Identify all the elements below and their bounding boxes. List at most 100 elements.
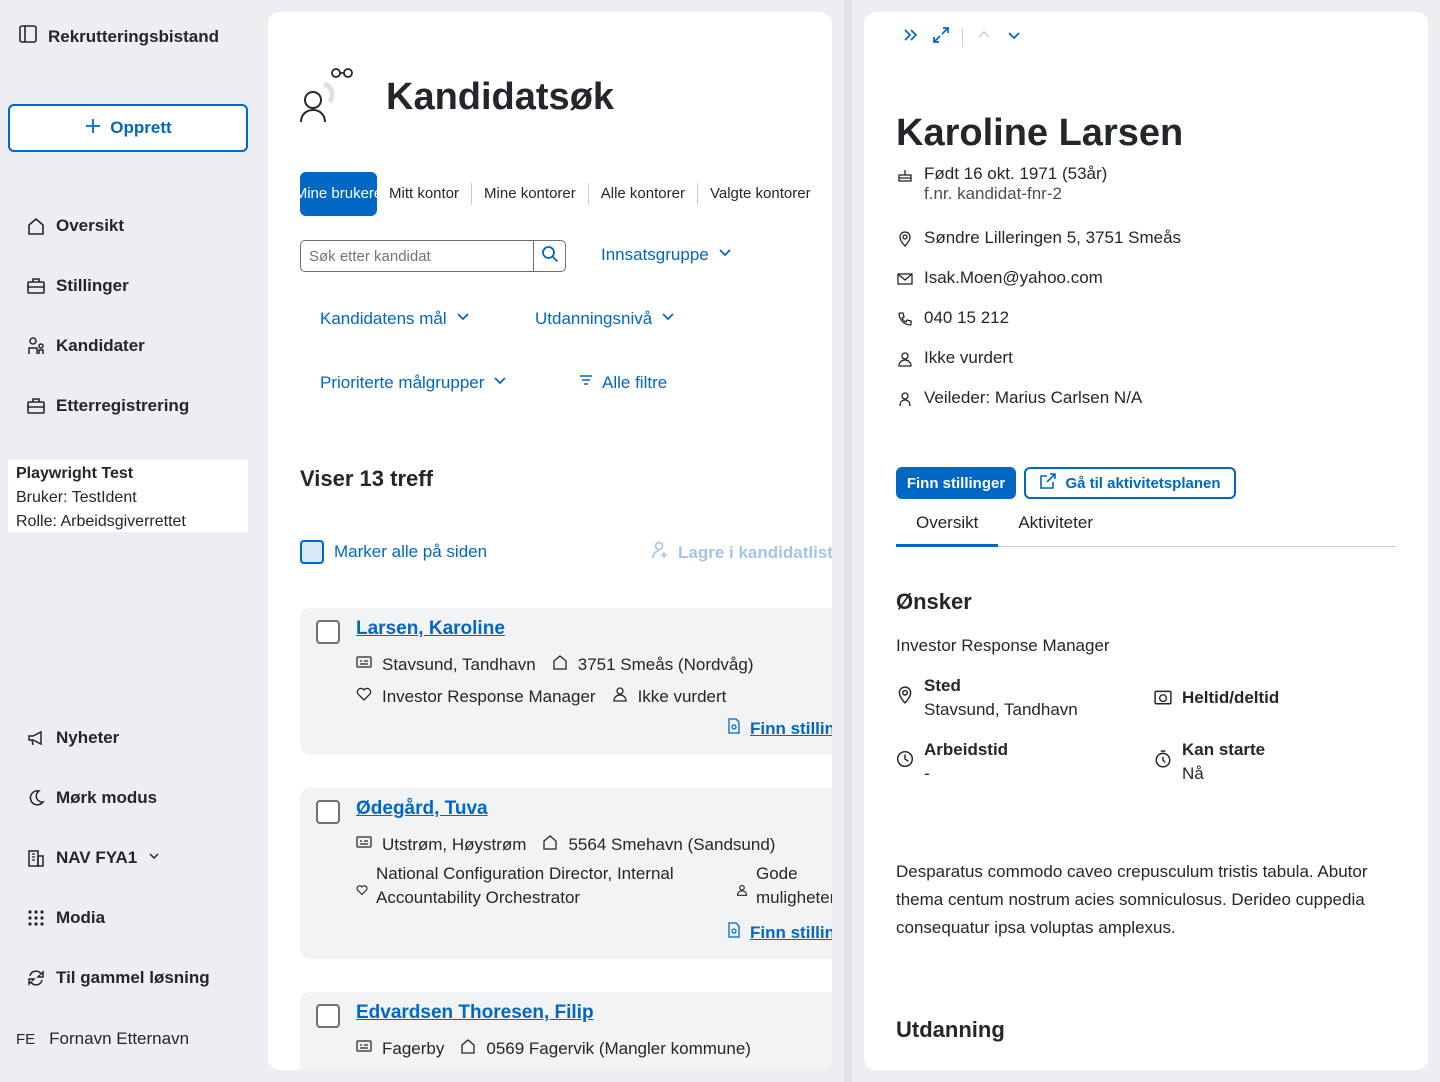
grid-icon xyxy=(26,908,46,928)
user-menu[interactable]: FE Fornavn Etternavn xyxy=(16,1029,189,1049)
chevron-down-icon[interactable] xyxy=(1005,26,1023,49)
candidate-checkbox[interactable] xyxy=(316,800,340,824)
candidate-location: Utstrøm, Høystrøm xyxy=(382,834,527,854)
tab-aktiviteter[interactable]: Aktiviteter xyxy=(998,507,1113,547)
heart-hand-icon xyxy=(356,686,372,707)
tab-oversikt[interactable]: Oversikt xyxy=(896,507,999,547)
megaphone-icon xyxy=(26,728,46,748)
sidebar-toggle-icon[interactable] xyxy=(18,24,38,49)
fact-label: Arbeidstid xyxy=(924,740,1009,759)
nav-item-etterregistrering[interactable]: Etterregistrering xyxy=(26,396,189,416)
filter-utdanningsniva[interactable]: Utdanningsnivå xyxy=(535,308,676,329)
filter-label: Kandidatens mål xyxy=(320,308,447,328)
mark-all-checkbox[interactable]: Marker alle på siden xyxy=(300,540,487,564)
fact-kan-starte: Kan starte Nå xyxy=(1154,738,1265,786)
plus-icon xyxy=(84,117,102,140)
search-button[interactable] xyxy=(533,241,565,271)
candidate-location: Stavsund, Tandhavn xyxy=(382,654,536,674)
candidate-search-illustration-icon xyxy=(298,66,358,131)
expand-icon[interactable] xyxy=(932,26,950,49)
search-icon xyxy=(541,245,559,268)
education-heading: Utdanning xyxy=(896,1017,1005,1042)
filter-label: Utdanningsnivå xyxy=(535,308,653,328)
phone[interactable]: 040 15 212 xyxy=(924,308,1009,328)
house-icon xyxy=(26,216,46,236)
chevron-down-icon xyxy=(492,372,508,393)
assessment: Ikke vurdert xyxy=(924,348,1013,367)
chevron-up-icon[interactable] xyxy=(975,26,993,49)
nav-item-modia[interactable]: Modia xyxy=(26,908,105,928)
person-assessment-icon xyxy=(612,686,628,707)
nav-item-oversikt[interactable]: Oversikt xyxy=(26,216,124,236)
search-input[interactable] xyxy=(301,241,533,271)
panel-resize-divider[interactable] xyxy=(844,0,852,1082)
candidate-checkbox[interactable] xyxy=(316,620,340,644)
person-assessment-icon xyxy=(896,348,914,368)
activity-plan-button[interactable]: Gå til aktivitetsplanen xyxy=(1024,467,1236,499)
document-search-icon xyxy=(726,718,742,739)
candidate-location-row: Utstrøm, Høystrøm 5564 Smehavn (Sandsund… xyxy=(356,834,775,855)
wish-job: Investor Response Manager xyxy=(896,636,1110,655)
search-field xyxy=(300,240,566,272)
chevron-down-icon xyxy=(455,308,471,329)
test-user-role: Rolle: Arbeidsgiverrettet xyxy=(16,513,186,530)
nav-item-nyheter[interactable]: Nyheter xyxy=(26,728,119,748)
briefcase-icon xyxy=(26,396,46,416)
find-jobs-link[interactable]: Finn stillinger xyxy=(726,718,832,739)
checkbox[interactable] xyxy=(300,540,324,564)
person-icon xyxy=(896,388,914,408)
candidate-location-row: Fagerby 0569 Fagervik (Mangler kommune) xyxy=(356,1038,751,1059)
location-card-icon xyxy=(356,1038,372,1059)
candidate-search-panel: Kandidatsøk Mine brukere Mitt kontor Min… xyxy=(268,12,832,1070)
page-title: Kandidatsøk xyxy=(386,76,615,118)
filter-innsatsgruppe[interactable]: Innsatsgruppe xyxy=(601,244,733,265)
nav-item-stillinger[interactable]: Stillinger xyxy=(26,276,129,296)
candidate-name-link[interactable]: Edvardsen Thoresen, Filip xyxy=(356,1002,594,1024)
clock-calendar-icon xyxy=(1154,686,1172,711)
filter-prioriterte-malgrupper[interactable]: Prioriterte målgrupper xyxy=(320,372,508,393)
candidate-name-link[interactable]: Ødegård, Tuva xyxy=(356,798,488,820)
tab-mine-kontorer[interactable]: Mine kontorer xyxy=(472,183,589,205)
phone-icon xyxy=(896,308,914,328)
app-title-text: Rekrutteringsbistand xyxy=(48,26,219,46)
nav-item-kandidater[interactable]: Kandidater xyxy=(26,336,145,356)
nav-item-old-solution[interactable]: Til gammel løsning xyxy=(26,968,210,988)
cake-icon xyxy=(896,164,914,204)
assessment-info: Ikke vurdert xyxy=(896,348,1013,368)
nav-item-dark-mode[interactable]: Mørk modus xyxy=(26,788,157,808)
fact-label: Sted xyxy=(924,676,961,695)
email-info: Isak.Moen@yahoo.com xyxy=(896,268,1103,288)
mark-all-label: Marker alle på siden xyxy=(334,542,488,561)
tab-valgte-kontorer[interactable]: Valgte kontorer xyxy=(698,183,823,205)
tab-mine-brukere[interactable]: Mine brukere xyxy=(295,172,382,216)
chevron-down-icon xyxy=(717,244,733,265)
stopwatch-icon xyxy=(1154,738,1172,786)
candidate-goal: Investor Response Manager xyxy=(382,686,596,706)
fact-label: Heltid/deltid xyxy=(1182,688,1280,707)
person-assessment-icon xyxy=(736,883,748,901)
test-user-name: Playwright Test xyxy=(16,465,134,482)
external-link-icon xyxy=(1039,472,1057,494)
find-jobs-button[interactable]: Finn stillinger xyxy=(896,467,1016,499)
tab-mitt-kontor[interactable]: Mitt kontor xyxy=(377,183,473,205)
create-button[interactable]: Opprett xyxy=(8,104,248,152)
find-jobs-link[interactable]: Finn stillinger xyxy=(726,922,832,943)
app-title[interactable]: Rekrutteringsbistand xyxy=(18,24,219,49)
all-filters-button[interactable]: Alle filtre xyxy=(578,372,667,393)
candidate-card: Larsen, Karoline Stavsund, Tandhavn 3751… xyxy=(300,608,832,755)
nav-label: NAV FYA1 xyxy=(56,848,138,867)
candidate-checkbox[interactable] xyxy=(316,1004,340,1028)
nav-item-office[interactable]: NAV FYA1 xyxy=(26,848,161,868)
save-to-list-button[interactable]: Lagre i kandidatliste xyxy=(650,540,832,565)
briefcase-icon xyxy=(26,276,46,296)
candidate-name-link[interactable]: Larsen, Karoline xyxy=(356,618,505,640)
tab-alle-kontorer[interactable]: Alle kontorer xyxy=(589,183,698,205)
filter-kandidatens-mal[interactable]: Kandidatens mål xyxy=(320,308,471,329)
office-tabs: Mine brukere Mitt kontor Mine kontorer A… xyxy=(295,172,823,216)
location-card-icon xyxy=(356,654,372,675)
collapse-panel-icon[interactable] xyxy=(902,26,920,49)
email[interactable]: Isak.Moen@yahoo.com xyxy=(924,268,1103,288)
filter-label: Prioriterte målgrupper xyxy=(320,372,485,392)
filter-label: Innsatsgruppe xyxy=(601,244,709,264)
nav-label: Modia xyxy=(56,908,106,927)
